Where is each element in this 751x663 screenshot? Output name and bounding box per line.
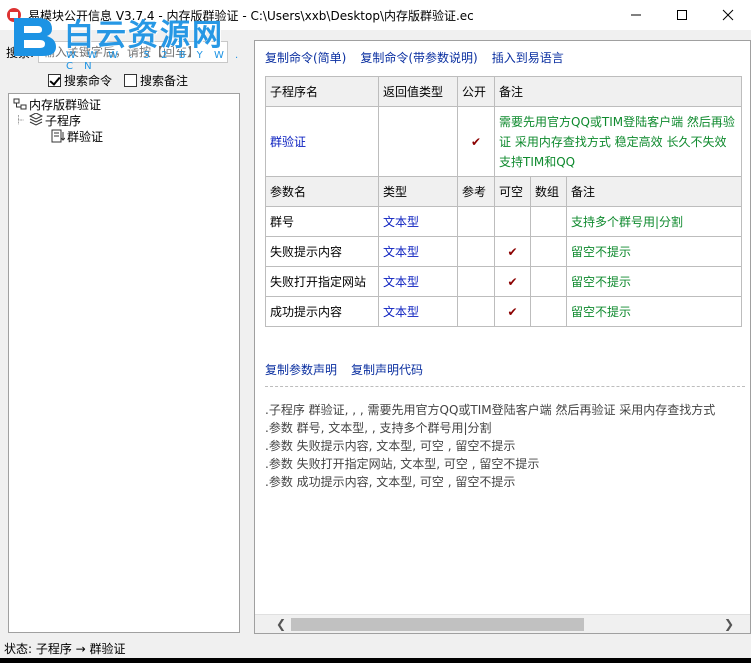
divider [265,386,745,387]
param-ref-cell [457,296,495,327]
close-button[interactable] [705,0,751,30]
copy-param-decl-link[interactable]: 复制参数声明 [265,361,337,378]
checkbox-unchecked-icon [124,74,138,87]
param-remark-cell: 留空不提示 [566,266,742,297]
header-public: 公开 [457,76,495,107]
code-line: .参数 成功提示内容, 文本型, 可空 , 留空不提示 [265,475,516,489]
search-commands-label: 搜索命令 [64,74,113,88]
header-param-remark: 备注 [566,176,742,207]
copy-command-with-params-link[interactable]: 复制命令(带参数说明) [360,49,477,66]
search-row: 搜索: [6,40,229,64]
sub-public-check: ✔ [457,106,495,177]
param-header-row: 参数名 类型 参考 可空 数组 备注 [265,176,742,207]
app-icon [7,8,21,22]
tree-group-label: 子程序 [45,113,82,128]
param-ref-cell [457,236,495,267]
search-label: 搜索: [6,45,35,60]
sub-return-type-cell [378,106,458,177]
param-nullable-cell [494,206,531,237]
tree-root[interactable]: 内存版群验证 [13,96,101,112]
module-icon [13,98,27,110]
param-row: 成功提示内容 文本型 ✔ 留空不提示 [265,296,742,327]
taskbar-strip [0,658,751,663]
tree-item-label: 群验证 [67,129,104,144]
bottom-link-bar: 复制参数声明 复制声明代码 [265,361,423,378]
param-row: 失败打开指定网站 文本型 ✔ 留空不提示 [265,266,742,297]
app-window: 易模块公开信息 V3.7.4 - 内存版群验证 - C:\Users\xxb\D… [0,0,751,663]
param-array-cell [530,206,567,237]
subroutine-icon [51,129,65,143]
sub-name-cell: 群验证 [265,106,379,177]
param-remark-cell: 支持多个群号用|分割 [566,206,742,237]
param-row: 失败提示内容 文本型 ✔ 留空不提示 [265,236,742,267]
param-ref-cell [457,266,495,297]
minimize-icon [631,14,641,16]
copy-decl-code-link[interactable]: 复制声明代码 [351,361,423,378]
scroll-left-icon[interactable]: ❮ [273,617,289,631]
copy-command-simple-link[interactable]: 复制命令(简单) [265,49,346,66]
tree-group-subroutines[interactable]: 子程序 [17,112,81,128]
param-remark-cell: 留空不提示 [566,236,742,267]
search-remarks-label: 搜索备注 [140,74,189,88]
subroutine-table: 子程序名 返回值类型 公开 备注 群验证 ✔ 需要先用官方QQ或TIM登陆客户端… [265,76,742,327]
horizontal-scrollbar[interactable]: ❮ ❯ [255,614,750,633]
scrollbar-thumb[interactable] [291,618,584,631]
param-type-cell: 文本型 [378,206,458,237]
param-row: 群号 文本型 支持多个群号用|分割 [265,206,742,237]
window-title: 易模块公开信息 V3.7.4 - 内存版群验证 - C:\Users\xxb\D… [28,8,474,23]
stack-icon [29,113,43,126]
code-line: .参数 失败打开指定网站, 文本型, 可空 , 留空不提示 [265,457,540,471]
declaration-code[interactable]: .子程序 群验证, , , 需要先用官方QQ或TIM登陆客户端 然后再验证 采用… [265,401,750,491]
tree-item-qun-verify[interactable]: 群验证 [51,128,103,144]
tree-connector-icon [18,115,25,125]
scroll-right-icon[interactable]: ❯ [721,617,737,631]
param-nullable-cell: ✔ [494,296,531,327]
insert-to-eyuyan-link[interactable]: 插入到易语言 [492,49,564,66]
param-name-cell: 成功提示内容 [265,296,379,327]
param-type-cell: 文本型 [378,266,458,297]
param-array-cell [530,296,567,327]
header-remark: 备注 [494,76,742,107]
search-remarks-checkbox[interactable]: 搜索备注 [124,72,188,89]
filter-options: 搜索命令 搜索备注 [48,72,188,89]
status-text: 状态: 子程序 → 群验证 [4,641,126,656]
top-link-bar: 复制命令(简单) 复制命令(带参数说明) 插入到易语言 [265,49,564,66]
param-ref-cell [457,206,495,237]
param-name-cell: 失败打开指定网站 [265,266,379,297]
header-sub-name: 子程序名 [265,76,379,107]
param-type-cell: 文本型 [378,236,458,267]
header-param-nullable: 可空 [494,176,531,207]
subroutine-header-row: 子程序名 返回值类型 公开 备注 [265,76,742,107]
header-param-array: 数组 [530,176,567,207]
param-array-cell [530,236,567,267]
maximize-button[interactable] [659,0,705,30]
code-line: .参数 群号, 文本型, , 支持多个群号用|分割 [265,421,492,435]
detail-panel: 复制命令(简单) 复制命令(带参数说明) 插入到易语言 子程序名 返回值类型 公… [254,40,751,634]
search-commands-checkbox[interactable]: 搜索命令 [48,72,112,89]
param-array-cell [530,266,567,297]
code-line: .参数 失败提示内容, 文本型, 可空 , 留空不提示 [265,439,516,453]
tree-root-label: 内存版群验证 [29,97,102,112]
subroutine-row: 群验证 ✔ 需要先用官方QQ或TIM登陆客户端 然后再验证 采用内存查找方式 稳… [265,106,742,177]
param-nullable-cell: ✔ [494,236,531,267]
param-name-cell: 群号 [265,206,379,237]
param-type-cell: 文本型 [378,296,458,327]
param-remark-cell: 留空不提示 [566,296,742,327]
sub-remark-cell: 需要先用官方QQ或TIM登陆客户端 然后再验证 采用内存查找方式 稳定高效 长久… [494,106,742,177]
title-bar[interactable]: 易模块公开信息 V3.7.4 - 内存版群验证 - C:\Users\xxb\D… [0,0,751,30]
checkbox-checked-icon [48,74,61,87]
header-param-ref: 参考 [457,176,495,207]
search-input[interactable] [38,41,229,63]
param-nullable-cell: ✔ [494,266,531,297]
close-icon [722,9,734,21]
maximize-icon [677,10,687,20]
status-bar: 状态: 子程序 → 群验证 [0,638,751,658]
module-tree[interactable]: 内存版群验证 子程序 群验证 [8,93,240,633]
minimize-button[interactable] [613,0,659,30]
param-name-cell: 失败提示内容 [265,236,379,267]
header-return-type: 返回值类型 [378,76,458,107]
code-line: .子程序 群验证, , , 需要先用官方QQ或TIM登陆客户端 然后再验证 采用… [265,403,716,417]
header-param-name: 参数名 [265,176,379,207]
header-param-type: 类型 [378,176,458,207]
